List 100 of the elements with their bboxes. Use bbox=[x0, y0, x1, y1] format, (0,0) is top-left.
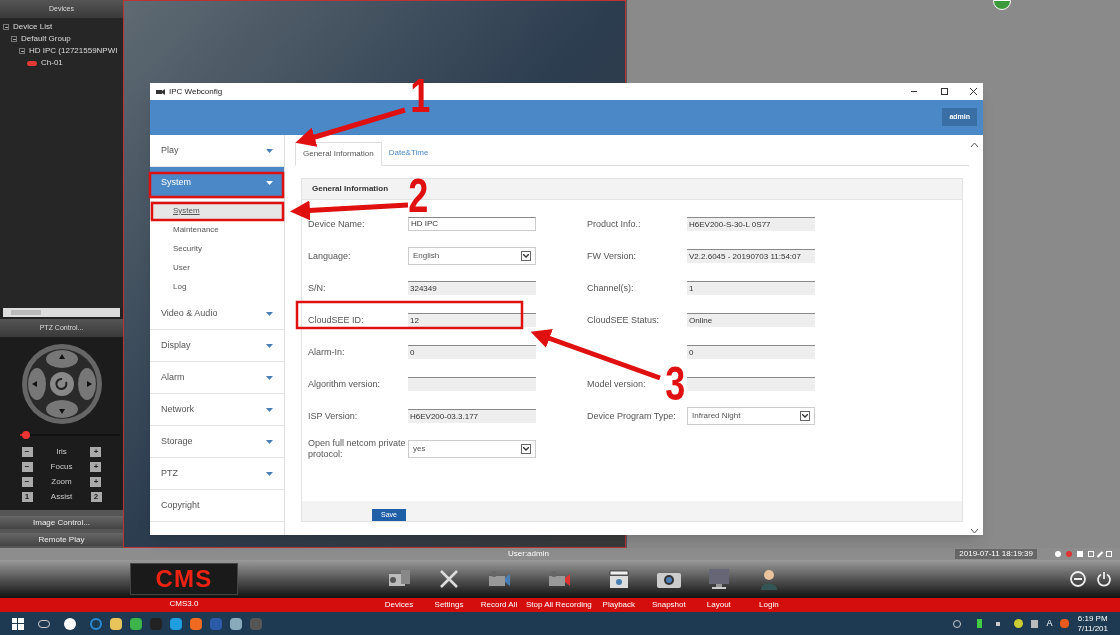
windows-start-icon[interactable] bbox=[12, 617, 24, 630]
ptz-button[interactable]: + bbox=[90, 477, 102, 487]
input-field[interactable] bbox=[687, 377, 815, 391]
toolbar-button[interactable] bbox=[759, 568, 778, 590]
field-label: Algorithm version: bbox=[308, 378, 381, 390]
app-icon[interactable] bbox=[64, 617, 76, 630]
input-language-indicator[interactable]: A bbox=[1046, 616, 1053, 631]
scrollbar[interactable] bbox=[969, 141, 979, 535]
input-field[interactable]: Online bbox=[687, 313, 815, 327]
annotation-number: 3 bbox=[665, 360, 686, 408]
user-icon bbox=[759, 568, 778, 590]
clapperboard-icon bbox=[607, 568, 630, 590]
battery-icon[interactable] bbox=[977, 619, 983, 628]
field-label: Alarm-In: bbox=[308, 346, 345, 358]
minimize-circle-icon[interactable] bbox=[1070, 571, 1086, 587]
toolbar-label: Devices bbox=[384, 599, 414, 611]
dropdown-arrow-icon bbox=[521, 444, 531, 454]
ptz-button[interactable]: 2 bbox=[90, 492, 102, 502]
scroll-up-icon[interactable] bbox=[970, 143, 978, 147]
input-field[interactable]: 324349 bbox=[408, 281, 536, 295]
volume-icon[interactable] bbox=[1031, 619, 1039, 628]
cms-logo: CMS bbox=[130, 563, 238, 595]
dropdown-field[interactable]: yes bbox=[408, 440, 536, 458]
tab[interactable]: General Information bbox=[295, 142, 382, 166]
scroll-down-icon[interactable] bbox=[970, 529, 978, 533]
input-field[interactable] bbox=[408, 377, 536, 391]
toolbar-label: Stop All Recording bbox=[526, 599, 592, 611]
submenu-item[interactable]: User bbox=[150, 258, 284, 277]
taskbar-app-icon[interactable] bbox=[130, 617, 142, 630]
alert-icon[interactable] bbox=[1055, 550, 1061, 557]
submenu-item[interactable]: Maintenance bbox=[150, 220, 284, 239]
tray-app-icon[interactable] bbox=[1060, 619, 1070, 628]
fullscreen-icon[interactable] bbox=[1106, 550, 1112, 557]
tools-icon bbox=[438, 568, 460, 590]
field-label: Device Name: bbox=[308, 218, 365, 230]
slider-thumb[interactable] bbox=[22, 431, 30, 439]
tree-item[interactable]: HD IPC (12721559NPWI bbox=[29, 45, 118, 57]
taskbar-app-icon[interactable] bbox=[190, 617, 202, 630]
panel-button[interactable]: Remote Play bbox=[0, 533, 123, 546]
field-label: Language: bbox=[308, 250, 351, 262]
input-field[interactable]: 0 bbox=[408, 345, 536, 359]
maximize-icon[interactable] bbox=[941, 88, 948, 95]
ptz-label: Assist bbox=[50, 491, 73, 503]
input-field[interactable]: 1 bbox=[687, 281, 815, 295]
dropdown-arrow-icon bbox=[521, 251, 531, 261]
scrollbar[interactable] bbox=[3, 308, 120, 317]
toolbar-label: Record All bbox=[480, 599, 518, 611]
tree-item[interactable]: Ch-01 bbox=[41, 57, 63, 69]
power-icon[interactable] bbox=[1096, 571, 1112, 587]
input-field[interactable]: H6EV200-03.3.177 bbox=[408, 409, 536, 423]
ptz-label: Zoom bbox=[51, 476, 72, 488]
camera-channel-icon bbox=[27, 60, 37, 66]
tree-item[interactable]: Device List bbox=[13, 21, 53, 33]
ptz-button[interactable]: − bbox=[21, 462, 33, 472]
ptz-button[interactable]: 1 bbox=[21, 492, 33, 502]
status-user: User:admin bbox=[508, 549, 549, 559]
dropdown-field[interactable]: Infrared Night bbox=[687, 407, 815, 425]
dropdown-arrow-icon bbox=[800, 411, 810, 421]
dropdown-field[interactable]: English bbox=[408, 247, 536, 265]
pin-icon[interactable] bbox=[1096, 550, 1104, 558]
ptz-joystick-drawing[interactable] bbox=[19, 342, 104, 426]
clock-time[interactable]: 6:19 PM bbox=[1077, 613, 1108, 624]
clock-date[interactable]: 7/11/201 bbox=[1077, 623, 1108, 634]
ptz-button[interactable]: − bbox=[21, 477, 33, 487]
field-label: Model version: bbox=[587, 378, 646, 390]
toolbar-button[interactable] bbox=[438, 568, 460, 590]
submenu-item[interactable]: Log bbox=[150, 277, 284, 296]
ptz-button[interactable]: + bbox=[90, 447, 102, 457]
taskbar-app-icon[interactable] bbox=[110, 617, 122, 630]
taskbar-app-icon[interactable] bbox=[170, 617, 182, 630]
toolbar-label: Playback bbox=[602, 599, 636, 611]
version-label: CMS3.0 bbox=[169, 599, 199, 609]
browser-icon[interactable] bbox=[90, 617, 102, 630]
ptz-button[interactable]: − bbox=[21, 447, 33, 457]
sync-icon[interactable] bbox=[1014, 619, 1024, 628]
taskbar-app-icon[interactable] bbox=[230, 617, 242, 630]
input-field[interactable]: V2.2.6045 - 20190703 11:54:07 bbox=[687, 249, 815, 263]
panel-button[interactable]: Image Control... bbox=[0, 516, 123, 529]
field-label: Device Program Type: bbox=[587, 410, 676, 422]
field-label: Open full netcom private protocol: bbox=[308, 438, 407, 460]
input-field[interactable]: 12 bbox=[408, 313, 536, 327]
annotation-number: 2 bbox=[408, 172, 429, 220]
tree-item[interactable]: Default Group bbox=[21, 33, 71, 45]
monitor-icon bbox=[706, 568, 731, 590]
input-field[interactable]: H6EV200-S-30-L 0S77 bbox=[687, 217, 815, 231]
input-field[interactable]: HD IPC bbox=[408, 217, 536, 231]
input-field[interactable]: 0 bbox=[687, 345, 815, 359]
mail-icon[interactable] bbox=[1077, 550, 1083, 557]
toolbar-label: Snapshot bbox=[651, 599, 686, 611]
tab[interactable]: Date&Time bbox=[381, 141, 436, 165]
close-icon[interactable] bbox=[970, 88, 977, 95]
field-label: S/N: bbox=[308, 282, 326, 294]
submenu-item[interactable]: Security bbox=[150, 239, 284, 258]
toolbar-button[interactable] bbox=[607, 568, 630, 590]
grid-icon[interactable] bbox=[1088, 550, 1094, 557]
field-label: ISP Version: bbox=[308, 410, 358, 422]
toolbar-button[interactable] bbox=[706, 568, 731, 590]
ptz-button[interactable]: + bbox=[90, 462, 102, 472]
field-label: CloudSEE Status: bbox=[587, 314, 660, 326]
field-label: Product Info.: bbox=[587, 218, 641, 230]
